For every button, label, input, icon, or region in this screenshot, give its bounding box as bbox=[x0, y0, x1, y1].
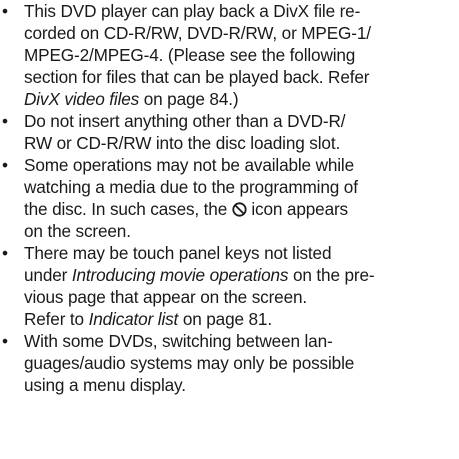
text-line: With some DVDs, switching between lan- bbox=[24, 331, 333, 351]
bullet-point: • bbox=[2, 111, 8, 131]
bullet-item-language-switching: • With some DVDs, switching between lan-… bbox=[0, 330, 459, 396]
bullet-point: • bbox=[2, 243, 8, 263]
text-segment: under bbox=[24, 265, 72, 285]
text-segment: on page 81. bbox=[178, 309, 272, 329]
bullet-point: • bbox=[2, 331, 8, 351]
text-segment: on page 84.) bbox=[139, 89, 239, 109]
text-line: Refer to Indicator list on page 81. bbox=[24, 308, 453, 330]
text-segment: on the pre- bbox=[288, 265, 375, 285]
text-line: DivX video files on page 84.) bbox=[24, 88, 453, 110]
cross-reference-divx-video-files: DivX video files bbox=[24, 89, 140, 109]
bullet-item-operations-unavailable: • Some operations may not be available w… bbox=[0, 154, 459, 242]
text-line: RW or CD-R/RW into the disc loading slot… bbox=[24, 133, 341, 153]
text-line: This DVD player can play back a DivX fil… bbox=[24, 1, 361, 21]
bullet-item-divx-playback: • This DVD player can play back a DivX f… bbox=[0, 0, 459, 110]
bullet-list: • This DVD player can play back a DivX f… bbox=[0, 0, 459, 396]
prohibit-icon bbox=[232, 200, 247, 217]
bullet-item-touch-panel-keys: • There may be touch panel keys not list… bbox=[0, 242, 459, 330]
text-line: on the screen. bbox=[24, 221, 131, 241]
bullet-point: • bbox=[2, 155, 8, 175]
cross-reference-introducing-movie-operations: Introducing movie operations bbox=[71, 265, 289, 285]
text-line: vious page that appear on the screen. bbox=[24, 287, 308, 307]
cross-reference-indicator-list: Indicator list bbox=[88, 309, 179, 329]
text-line: using a menu display. bbox=[24, 375, 186, 395]
text-line: section for files that can be played bac… bbox=[24, 67, 370, 87]
text-line: Do not insert anything other than a DVD-… bbox=[24, 111, 346, 131]
text-segment: Refer to bbox=[24, 309, 89, 329]
text-line: Some operations may not be available whi… bbox=[24, 155, 355, 175]
text-line: guages/audio systems may only be possibl… bbox=[24, 353, 355, 373]
text-line: MPEG-2/MPEG-4. (Please see the following bbox=[24, 45, 356, 65]
text-line: There may be touch panel keys not listed bbox=[24, 243, 332, 263]
text-line: corded on CD-R/RW, DVD-R/RW, or MPEG-1/ bbox=[24, 23, 371, 43]
bullet-item-insert-warning: • Do not insert anything other than a DV… bbox=[0, 110, 459, 154]
text-line: under Introducing movie operations on th… bbox=[24, 264, 453, 286]
text-segment: icon appears bbox=[246, 199, 348, 219]
text-line: the disc. In such cases, the icon appear… bbox=[24, 198, 453, 220]
text-segment: the disc. In such cases, the bbox=[24, 199, 232, 219]
text-line: watching a media due to the programming … bbox=[24, 177, 358, 197]
bullet-point: • bbox=[2, 1, 8, 21]
document-body: • This DVD player can play back a DivX f… bbox=[0, 0, 459, 396]
